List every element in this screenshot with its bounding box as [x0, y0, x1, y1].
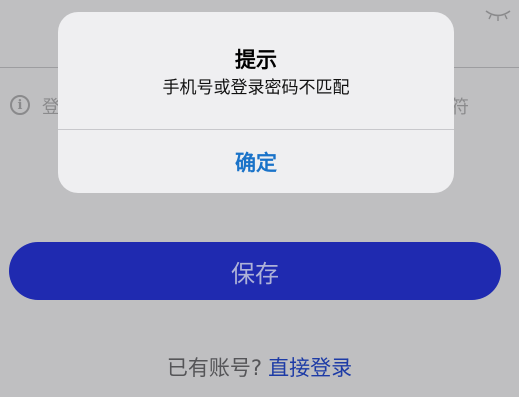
login-question: 已有账号?	[166, 356, 263, 380]
login-prompt: 已有账号? 直接登录	[0, 352, 519, 382]
save-button[interactable]: 保存	[9, 242, 501, 300]
info-icon: i	[10, 95, 30, 115]
alert-confirm-button[interactable]: 确定	[58, 130, 454, 193]
alert-message: 手机号或登录密码不匹配	[162, 78, 350, 98]
alert-title: 提示	[235, 48, 277, 72]
login-link[interactable]: 直接登录	[268, 356, 352, 380]
alert-dialog: 提示 手机号或登录密码不匹配 确定	[58, 12, 454, 193]
eye-closed-icon[interactable]	[484, 8, 512, 22]
